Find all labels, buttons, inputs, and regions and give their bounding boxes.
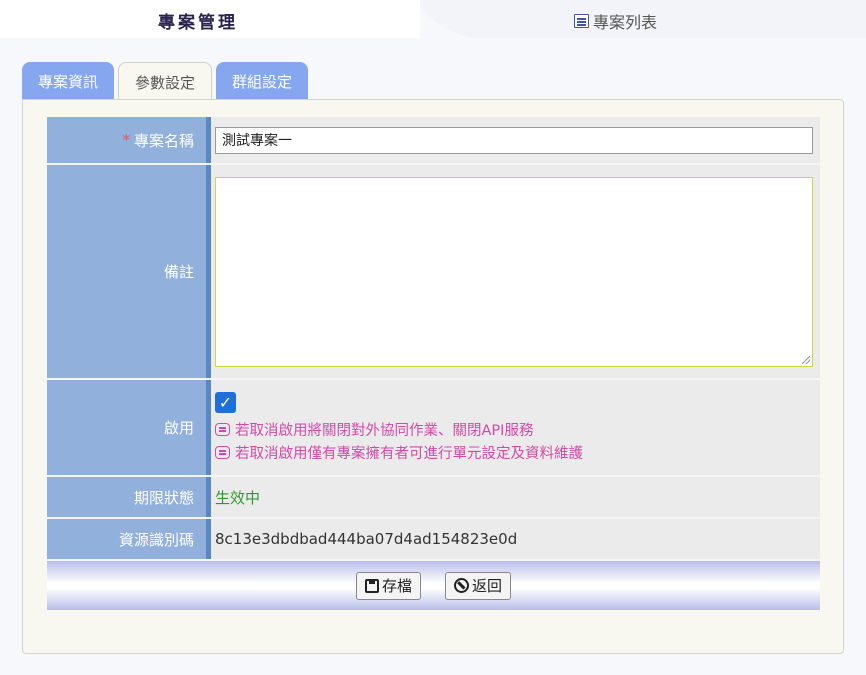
list-icon (574, 14, 589, 28)
row-remark: 備註 (47, 165, 820, 380)
expiry-status-value: 生效中 (215, 488, 261, 507)
back-button-label: 返回 (472, 577, 503, 595)
tab-group-settings[interactable]: 群組設定 (216, 62, 309, 100)
row-resource-id: 資源識別碼 8c13e3dbdbad444ba07d4ad154823e0d (47, 519, 820, 561)
row-project-name: * 專案名稱 測試專案一 (47, 117, 820, 165)
remark-textarea[interactable] (215, 176, 813, 367)
enabled-checkbox[interactable]: ✓ (215, 392, 236, 413)
settings-form: * 專案名稱 測試專案一 備註 啟用 ✓ 若取消啟用將關閉對外協同作業、關閉AP… (47, 117, 820, 610)
tab-bar: 專案資訊 參數設定 群組設定 (22, 62, 309, 101)
row-enabled: 啟用 ✓ 若取消啟用將關閉對外協同作業、關閉API服務 若取消啟用僅有專案擁有者… (47, 380, 820, 477)
comment-icon (215, 446, 230, 459)
save-button[interactable]: 存檔 (355, 571, 421, 600)
row-expiry-status: 期限狀態 生效中 (47, 477, 820, 519)
ban-icon (454, 578, 469, 593)
enabled-cell: ✓ 若取消啟用將關閉對外協同作業、關閉API服務 若取消啟用僅有專案擁有者可進行… (211, 380, 820, 475)
expiry-status-cell: 生效中 (211, 477, 820, 517)
note-line: 若取消啟用將關閉對外協同作業、關閉API服務 (215, 419, 533, 440)
tab-parameter-settings[interactable]: 參數設定 (118, 62, 213, 101)
resource-id-label: 資源識別碼 (47, 519, 206, 559)
expiry-status-label: 期限狀態 (47, 477, 206, 517)
project-name-label: * 專案名稱 (47, 117, 206, 163)
page-title: 專案管理 (158, 13, 238, 33)
project-name-input[interactable]: 測試專案一 (215, 126, 813, 154)
note-line: 若取消啟用僅有專案擁有者可進行單元設定及資料維護 (215, 442, 583, 463)
tab-project-info[interactable]: 專案資訊 (22, 62, 115, 100)
floppy-disk-icon (364, 578, 379, 593)
comment-icon (215, 423, 230, 436)
back-button[interactable]: 返回 (445, 571, 512, 600)
remark-cell (211, 165, 820, 378)
resource-id-value: 8c13e3dbdbad444ba07d4ad154823e0d (215, 530, 518, 548)
button-bar: 存檔 返回 (47, 561, 820, 610)
remark-label: 備註 (47, 165, 206, 378)
project-name-cell: 測試專案一 (211, 117, 820, 163)
resize-grip-icon[interactable] (802, 355, 810, 364)
project-list-link[interactable]: 專案列表 (574, 9, 657, 33)
note-text: 若取消啟用將關閉對外協同作業、關閉API服務 (235, 423, 534, 439)
resource-id-cell: 8c13e3dbdbad444ba07d4ad154823e0d (211, 519, 820, 559)
project-name-label-text: 專案名稱 (133, 131, 194, 150)
save-button-label: 存檔 (381, 577, 412, 595)
required-mark: * (122, 131, 130, 149)
project-list-label: 專案列表 (593, 13, 658, 32)
enabled-label: 啟用 (47, 380, 206, 475)
note-text: 若取消啟用僅有專案擁有者可進行單元設定及資料維護 (235, 446, 583, 462)
